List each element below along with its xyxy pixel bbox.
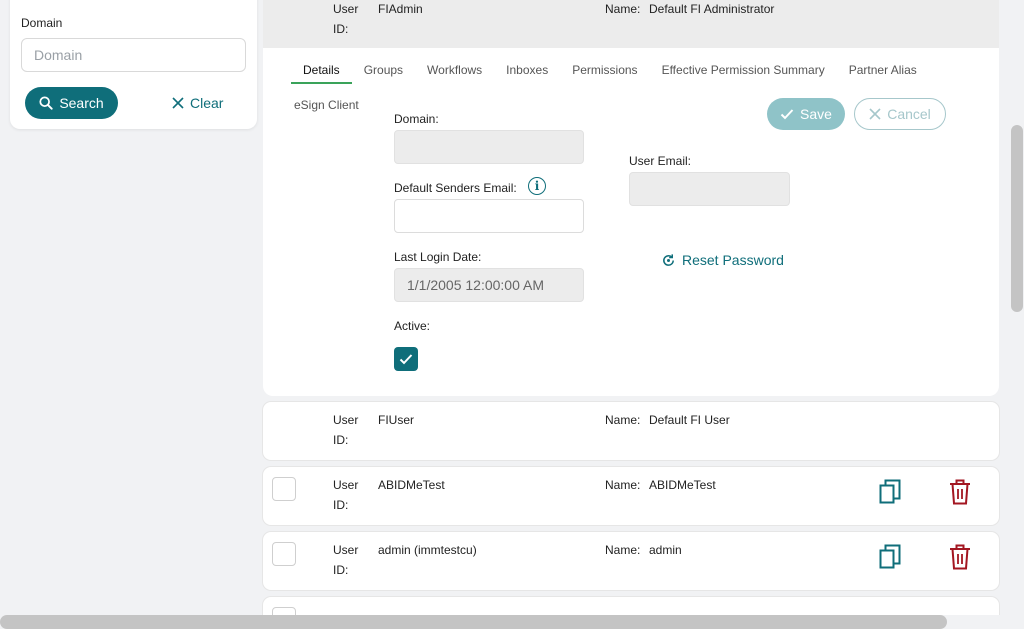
user-email-field[interactable]	[629, 172, 790, 206]
user-row-abidmetest[interactable]: User ID: ABIDMeTest Name: ABIDMeTest	[263, 467, 999, 525]
user-detail-tabs: Details Groups Workflows Inboxes Permiss…	[291, 60, 929, 84]
last-login-date-field: 1/1/2005 12:00:00 AM	[394, 268, 584, 302]
domain-filter-input[interactable]	[21, 38, 246, 72]
tab-groups[interactable]: Groups	[352, 60, 415, 82]
active-label: Active:	[394, 319, 431, 333]
clear-button[interactable]: Clear	[172, 87, 223, 119]
cancel-button[interactable]: Cancel	[854, 98, 946, 130]
save-button[interactable]: Save	[767, 98, 845, 130]
horizontal-scrollbar-thumb[interactable]	[0, 615, 947, 629]
info-icon[interactable]: i	[528, 177, 546, 195]
last-login-date-label: Last Login Date:	[394, 250, 482, 264]
reset-icon	[663, 253, 674, 266]
search-button[interactable]: Search	[25, 87, 118, 119]
row-select-checkbox[interactable]	[272, 542, 296, 566]
name-label: Name:	[605, 543, 641, 557]
name-label: Name:	[605, 413, 641, 427]
copy-icon[interactable]	[879, 544, 901, 570]
search-icon	[39, 96, 53, 110]
close-icon	[172, 97, 184, 109]
copy-icon[interactable]	[879, 479, 901, 505]
save-button-label: Save	[800, 106, 832, 122]
row-select-checkbox[interactable]	[272, 477, 296, 501]
user-id-value: FIUser	[378, 413, 414, 427]
cancel-button-label: Cancel	[887, 106, 931, 122]
tab-permissions[interactable]: Permissions	[560, 60, 649, 82]
user-id-value: admin (immtestcu)	[378, 543, 477, 557]
user-id-value: ABIDMeTest	[378, 478, 445, 492]
user-id-label: User ID:	[333, 543, 359, 577]
tab-esign-client[interactable]: eSign Client	[294, 98, 359, 112]
trash-icon[interactable]	[949, 479, 971, 505]
reset-password-label: Reset Password	[682, 252, 784, 268]
active-checkbox[interactable]	[394, 347, 418, 371]
name-label: Name:	[605, 2, 641, 16]
vertical-scrollbar-thumb[interactable]	[1011, 125, 1023, 312]
check-icon	[399, 354, 413, 365]
check-icon	[780, 109, 794, 120]
expanded-user-card: User ID: FIAdmin Name: Default FI Admini…	[263, 0, 999, 396]
user-id-value: FIAdmin	[378, 2, 423, 16]
tab-partner-alias[interactable]: Partner Alias	[837, 60, 929, 82]
user-email-label: User Email:	[629, 154, 692, 168]
user-id-label: User ID:	[333, 2, 359, 36]
clear-button-label: Clear	[190, 95, 224, 111]
name-value: ABIDMeTest	[649, 478, 716, 492]
tab-inboxes[interactable]: Inboxes	[494, 60, 560, 82]
filter-panel: Domain Search Clear	[10, 0, 257, 129]
name-value: admin	[649, 543, 682, 557]
domain-filter-label: Domain	[21, 16, 63, 30]
name-value: Default FI User	[649, 413, 730, 427]
tab-effective-permission-summary[interactable]: Effective Permission Summary	[650, 60, 837, 82]
name-label: Name:	[605, 478, 641, 492]
default-senders-email-label: Default Senders Email:	[394, 181, 517, 195]
user-row-fiuser[interactable]: User ID: FIUser Name: Default FI User	[263, 402, 999, 460]
expanded-user-header[interactable]: User ID: FIAdmin Name: Default FI Admini…	[263, 0, 999, 48]
tab-details[interactable]: Details	[291, 60, 352, 84]
close-icon	[869, 108, 881, 120]
trash-icon[interactable]	[949, 544, 971, 570]
tab-workflows[interactable]: Workflows	[415, 60, 494, 82]
reset-password-link[interactable]: Reset Password	[661, 252, 784, 268]
horizontal-scrollbar[interactable]	[0, 615, 1024, 629]
search-button-label: Search	[59, 95, 104, 111]
vertical-scrollbar[interactable]	[1010, 0, 1024, 615]
domain-field[interactable]	[394, 130, 584, 164]
user-id-label: User ID:	[333, 413, 359, 447]
name-value: Default FI Administrator	[649, 2, 775, 16]
domain-label: Domain:	[394, 112, 439, 126]
default-senders-email-field[interactable]	[394, 199, 584, 233]
user-row-admin[interactable]: User ID: admin (immtestcu) Name: admin	[263, 532, 999, 590]
user-id-label: User ID:	[333, 478, 359, 512]
